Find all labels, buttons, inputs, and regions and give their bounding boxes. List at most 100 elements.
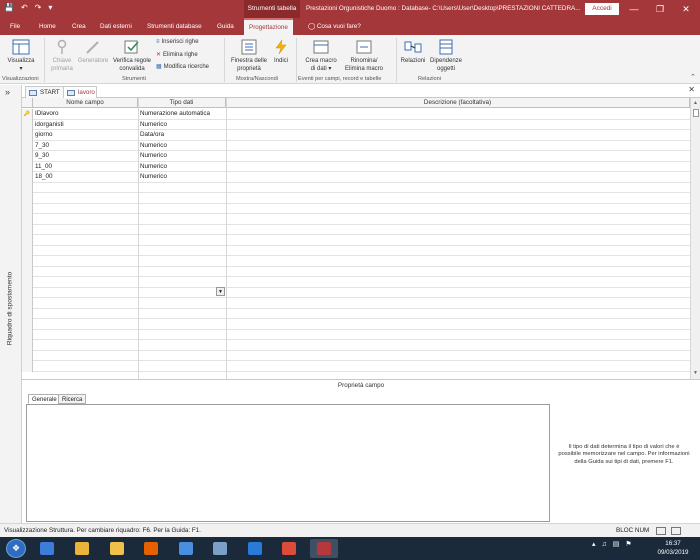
tab-strumenti-database[interactable]: Strumenti database xyxy=(147,18,202,35)
field-name-cell[interactable]: idorganisti xyxy=(33,120,138,131)
validation-rules-button[interactable]: Verifica regole convalida xyxy=(110,39,154,73)
tab-dati-esterni[interactable]: Dati esterni xyxy=(100,18,132,35)
field-name-cell[interactable]: 7_30 xyxy=(33,141,138,152)
volume-icon[interactable]: ♫ xyxy=(602,541,607,548)
table-row[interactable] xyxy=(22,350,690,361)
row-selector[interactable] xyxy=(22,172,33,183)
scroll-up-icon[interactable]: ▲ xyxy=(693,100,698,106)
table-row[interactable] xyxy=(22,340,690,351)
table-row[interactable] xyxy=(22,214,690,225)
data-type-dropdown-icon[interactable]: ▼ xyxy=(216,287,225,296)
tab-file[interactable]: File xyxy=(10,18,20,35)
table-row[interactable] xyxy=(22,203,690,214)
flag-icon[interactable]: ⚑ xyxy=(625,540,631,548)
row-selector[interactable] xyxy=(22,266,33,277)
table-row[interactable] xyxy=(22,329,690,340)
collapse-ribbon-icon[interactable]: ⌃ xyxy=(690,73,696,81)
row-selector[interactable] xyxy=(22,151,33,162)
taskbar-app[interactable] xyxy=(137,539,165,558)
taskbar-app[interactable] xyxy=(68,539,96,558)
tray-arrow-icon[interactable]: ▴ xyxy=(592,540,596,548)
field-name-cell[interactable]: giorno xyxy=(33,130,138,141)
data-type-cell[interactable]: Numerico xyxy=(138,151,226,162)
row-selector[interactable] xyxy=(22,287,33,298)
row-selector[interactable] xyxy=(22,235,33,246)
row-selector[interactable] xyxy=(22,193,33,204)
table-row[interactable] xyxy=(22,287,690,298)
insert-rows-button[interactable]: ≡ Inserisci righe xyxy=(156,39,199,45)
close-icon[interactable]: ✕ xyxy=(688,85,695,94)
tab-generale[interactable]: Generale xyxy=(28,394,61,404)
relationships-button[interactable]: Relazioni xyxy=(399,39,427,65)
data-type-cell[interactable]: Data/ora xyxy=(138,130,226,141)
table-row[interactable]: giorno Data/ora xyxy=(22,130,690,141)
description-cell[interactable] xyxy=(226,120,690,131)
row-selector[interactable] xyxy=(22,329,33,340)
description-cell[interactable] xyxy=(226,151,690,162)
field-name-cell[interactable]: IDlavoro xyxy=(33,109,138,120)
taskbar-app[interactable] xyxy=(103,539,131,558)
customize-icon[interactable]: ▾ xyxy=(48,3,52,12)
taskbar-app[interactable] xyxy=(310,539,338,558)
row-selector[interactable] xyxy=(22,182,33,193)
table-row[interactable] xyxy=(22,266,690,277)
table-row[interactable]: 11_00 Numerico xyxy=(22,161,690,173)
row-selector[interactable] xyxy=(22,203,33,214)
create-data-macro-button[interactable]: Crea macro di dati ▾ xyxy=(302,39,340,73)
description-cell[interactable] xyxy=(226,162,690,173)
description-cell[interactable] xyxy=(226,141,690,152)
table-row[interactable] xyxy=(22,277,690,288)
row-selector[interactable] xyxy=(22,130,33,141)
doc-tab-lavoro[interactable]: lavoro xyxy=(63,86,97,98)
field-name-cell[interactable]: 18_00 xyxy=(33,172,138,183)
table-row[interactable]: 9_30 Numerico xyxy=(22,151,690,162)
table-row[interactable] xyxy=(22,361,690,372)
description-cell[interactable] xyxy=(226,130,690,141)
data-type-cell[interactable]: Numerazione automatica xyxy=(138,109,226,120)
data-type-cell[interactable]: Numerico xyxy=(138,162,226,173)
table-row[interactable]: idorganisti Numerico xyxy=(22,119,690,131)
table-row[interactable]: 18_00 Numerico xyxy=(22,172,690,183)
tab-guida[interactable]: Guida xyxy=(217,18,234,35)
builder-button[interactable]: Generatore xyxy=(76,39,110,65)
tab-ricerca[interactable]: Ricerca xyxy=(58,394,87,404)
table-row[interactable] xyxy=(22,298,690,309)
doc-tab-start[interactable]: START xyxy=(25,86,64,98)
row-selector[interactable] xyxy=(22,256,33,267)
start-button[interactable]: ❖ xyxy=(6,539,26,558)
row-selector[interactable] xyxy=(22,308,33,319)
taskbar-app[interactable] xyxy=(241,539,269,558)
field-name-cell[interactable]: 9_30 xyxy=(33,151,138,162)
row-selector[interactable] xyxy=(22,119,33,130)
table-row[interactable] xyxy=(22,193,690,204)
description-cell[interactable] xyxy=(226,109,690,120)
row-selector[interactable] xyxy=(22,298,33,309)
tell-me-search[interactable]: ◯ Cosa vuoi fare? xyxy=(308,18,361,35)
indexes-button[interactable]: Indici xyxy=(270,39,292,65)
tab-home[interactable]: Home xyxy=(39,18,56,35)
row-selector[interactable] xyxy=(22,161,33,172)
row-selector[interactable] xyxy=(22,340,33,351)
modify-lookups-button[interactable]: ▦ Modifica ricerche xyxy=(156,63,209,71)
close-button[interactable]: ✕ xyxy=(676,0,696,18)
taskbar-app[interactable] xyxy=(206,539,234,558)
undo-icon[interactable]: ↶ xyxy=(21,3,28,12)
table-row[interactable] xyxy=(22,224,690,235)
table-row[interactable]: 7_30 Numerico xyxy=(22,140,690,152)
network-icon[interactable]: ▤ xyxy=(613,540,620,548)
row-selector[interactable] xyxy=(22,224,33,235)
design-view-icon[interactable] xyxy=(671,527,681,535)
row-selector[interactable] xyxy=(22,245,33,256)
taskbar-app[interactable] xyxy=(33,539,61,558)
data-type-cell[interactable]: Numerico xyxy=(138,120,226,131)
table-row[interactable] xyxy=(22,182,690,193)
taskbar-app[interactable] xyxy=(275,539,303,558)
data-type-cell[interactable]: Numerico xyxy=(138,172,226,183)
navigation-pane-label[interactable]: Riquadro di spostamento xyxy=(7,249,14,369)
primary-key-button[interactable]: Chiave primaria xyxy=(48,39,76,73)
clock[interactable]: 16:37 09/03/2019 xyxy=(650,539,696,557)
table-row[interactable] xyxy=(22,319,690,330)
row-selector[interactable] xyxy=(22,361,33,372)
row-selector[interactable] xyxy=(22,319,33,330)
row-selector[interactable] xyxy=(22,140,33,151)
